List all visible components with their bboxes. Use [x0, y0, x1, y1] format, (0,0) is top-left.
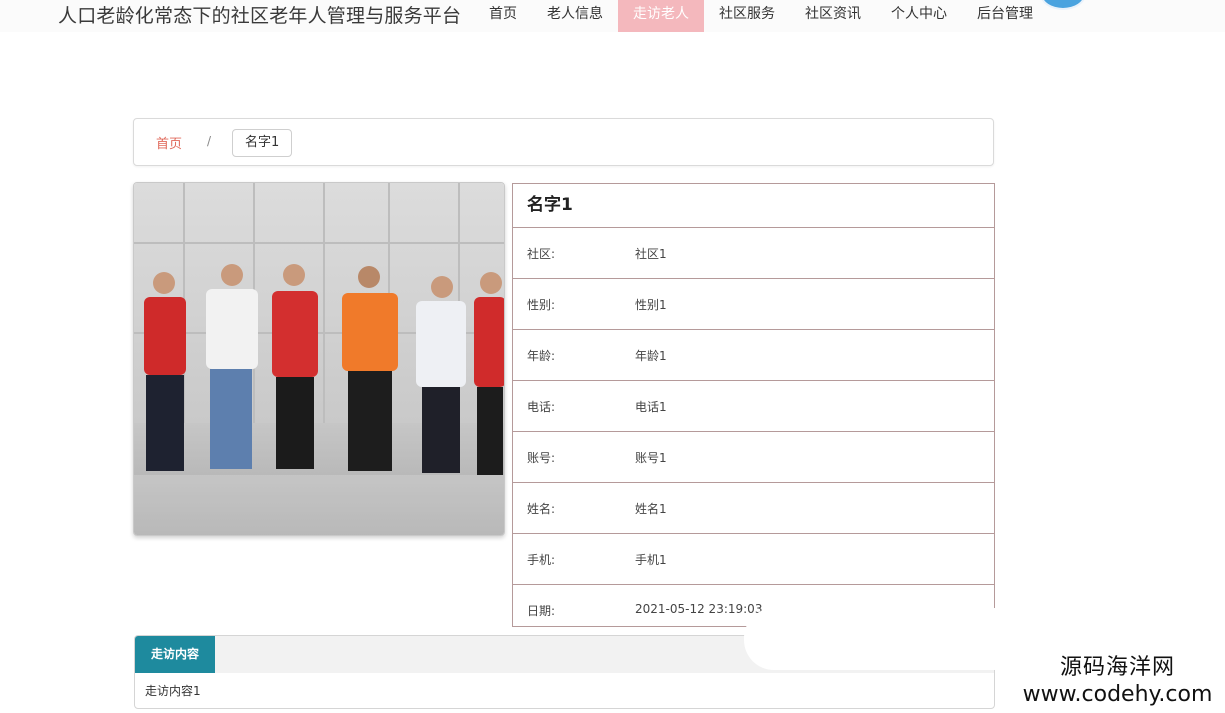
- watermark-url: www.codehy.com: [1022, 682, 1213, 707]
- detail-row-community: 社区: 社区1: [513, 228, 994, 279]
- site-title: 人口老龄化常态下的社区老年人管理与服务平台: [58, 5, 462, 27]
- detail-label: 账号:: [527, 451, 556, 465]
- detail-label: 性别:: [527, 298, 556, 312]
- visit-content-text: 走访内容1: [145, 684, 201, 698]
- breadcrumb-home-link[interactable]: 首页: [156, 133, 182, 152]
- visit-photo: [133, 182, 505, 536]
- nav-item-personal-center[interactable]: 个人中心: [876, 0, 962, 32]
- detail-row-gender: 性别: 性别1: [513, 279, 994, 330]
- white-overlay: [1052, 520, 1225, 670]
- detail-label: 日期:: [527, 604, 556, 618]
- watermark-cn: 源码海洋网: [1059, 655, 1175, 680]
- detail-value: 2021-05-12 23:19:03: [635, 602, 763, 616]
- top-nav-bar: 人口老龄化常态下的社区老年人管理与服务平台 首页 老人信息 走访老人 社区服务 …: [0, 0, 1225, 32]
- detail-row-account: 账号: 账号1: [513, 432, 994, 483]
- detail-label: 手机:: [527, 553, 556, 567]
- nav-item-community-news[interactable]: 社区资讯: [790, 0, 876, 32]
- detail-title: 名字1: [513, 184, 994, 228]
- elderly-detail-card: 名字1 社区: 社区1 性别: 性别1 年龄: 年龄1 电话: 电话1 账号: …: [512, 183, 995, 627]
- nav-item-community-service[interactable]: 社区服务: [704, 0, 790, 32]
- nav-item-visit-elderly[interactable]: 走访老人: [618, 0, 704, 32]
- detail-value: 社区1: [635, 247, 667, 261]
- detail-value: 年龄1: [635, 349, 667, 363]
- detail-label: 电话:: [527, 400, 556, 414]
- detail-value: 电话1: [635, 400, 667, 414]
- detail-label: 姓名:: [527, 502, 556, 516]
- group-photo-image: [134, 183, 504, 535]
- detail-value: 账号1: [635, 451, 667, 465]
- detail-value: 姓名1: [635, 502, 667, 516]
- breadcrumb-current: 名字1: [232, 129, 293, 157]
- watermark: 源码海洋网 www.codehy.com: [1010, 654, 1225, 708]
- detail-row-phone: 电话: 电话1: [513, 381, 994, 432]
- detail-value: 性别1: [635, 298, 667, 312]
- nav-item-home[interactable]: 首页: [474, 0, 532, 32]
- detail-row-age: 年龄: 年龄1: [513, 330, 994, 381]
- tab-visit-content[interactable]: 走访内容: [135, 636, 216, 673]
- detail-row-name: 姓名: 姓名1: [513, 483, 994, 534]
- breadcrumb-separator: /: [207, 134, 212, 148]
- detail-value: 手机1: [635, 553, 667, 567]
- detail-row-mobile: 手机: 手机1: [513, 534, 994, 585]
- white-overlay: [744, 608, 1024, 670]
- detail-label: 年龄:: [527, 349, 556, 363]
- main-nav: 首页 老人信息 走访老人 社区服务 社区资讯 个人中心 后台管理: [474, 0, 1048, 32]
- breadcrumb: 首页 / 名字1: [133, 118, 994, 166]
- detail-label: 社区:: [527, 247, 556, 261]
- nav-item-elderly-info[interactable]: 老人信息: [532, 0, 618, 32]
- nav-item-admin[interactable]: 后台管理: [962, 0, 1048, 32]
